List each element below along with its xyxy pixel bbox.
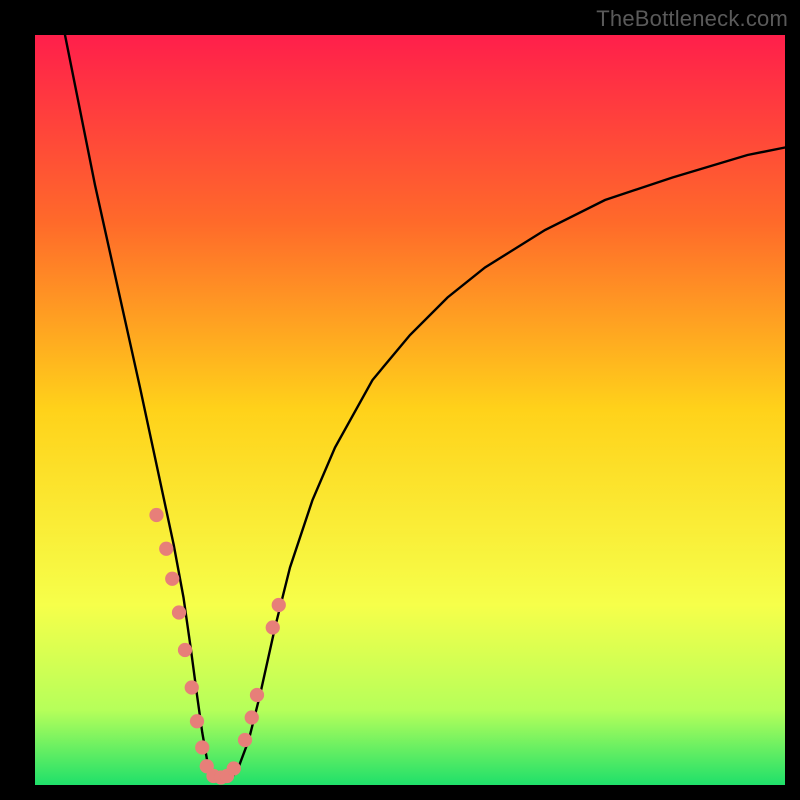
outer-frame: TheBottleneck.com	[0, 0, 800, 800]
curve-marker	[159, 542, 173, 556]
curve-marker	[250, 688, 264, 702]
chart-svg	[35, 35, 785, 785]
curve-marker	[178, 643, 192, 657]
curve-marker	[245, 710, 259, 724]
curve-marker-group	[149, 508, 286, 785]
curve-marker	[185, 680, 199, 694]
curve-marker	[149, 508, 163, 522]
watermark-text: TheBottleneck.com	[596, 6, 788, 32]
curve-marker	[227, 761, 241, 775]
curve-marker	[272, 598, 286, 612]
curve-marker	[165, 572, 179, 586]
curve-marker	[195, 740, 209, 754]
curve-marker	[172, 605, 186, 619]
curve-marker	[238, 733, 252, 747]
bottleneck-curve	[65, 35, 785, 782]
curve-marker	[266, 620, 280, 634]
curve-marker	[190, 714, 204, 728]
